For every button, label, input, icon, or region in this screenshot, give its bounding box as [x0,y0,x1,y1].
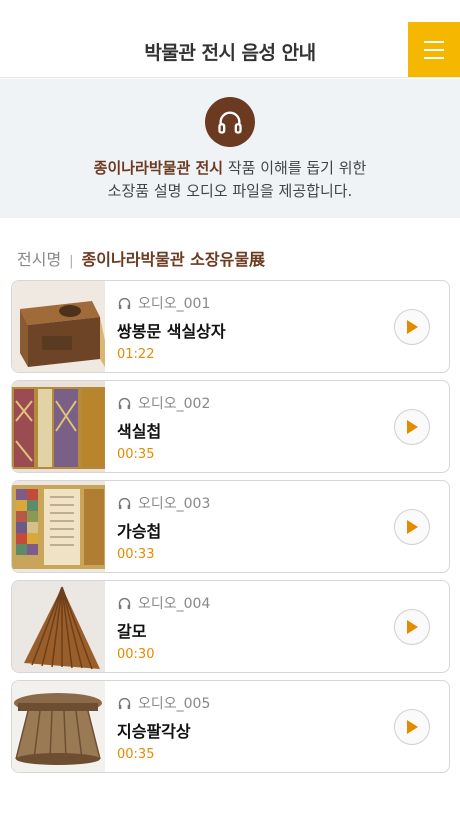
item-duration: 01:22 [117,347,155,362]
item-duration: 00:30 [117,647,155,662]
item-thumbnail [12,281,105,372]
play-icon [407,520,418,534]
play-icon [407,720,418,734]
hamburger-menu-icon [424,40,444,43]
intro-description: 종이나라박물관 전시 작품 이해를 돕기 위한 소장품 설명 오디오 파일을 제… [0,157,460,203]
audio-list: 오디오_001 쌍봉문 색실상자 01:22 오디오_002 색실첩 00:35… [11,280,450,780]
headphones-icon [118,597,131,609]
list-item[interactable]: 오디오_003 가승첩 00:33 [11,480,450,573]
play-button[interactable] [394,509,430,545]
item-title: 지승팔각상 [117,722,191,741]
play-button[interactable] [394,409,430,445]
audio-label: 오디오_004 [138,596,211,612]
exhibit-label: 전시명 [17,250,62,269]
headphones-icon [118,697,131,709]
item-duration: 00:35 [117,747,155,762]
headphones-icon [118,297,131,309]
audio-label: 오디오_005 [138,696,211,712]
list-item[interactable]: 오디오_005 지승팔각상 00:35 [11,680,450,773]
intro-line1: 작품 이해를 돕기 위한 [223,159,367,177]
item-thumbnail [12,681,105,772]
play-icon [407,620,418,634]
exhibit-value: 종이나라박물관 소장유물展 [81,250,266,269]
play-icon [407,420,418,434]
item-title: 색실첩 [117,422,162,441]
item-title: 가승첩 [117,522,162,541]
headphones-icon [118,397,131,409]
audio-label: 오디오_001 [138,296,211,312]
play-button[interactable] [394,309,430,345]
play-button[interactable] [394,609,430,645]
audio-label: 오디오_003 [138,496,211,512]
item-thumbnail [12,581,105,672]
exhibit-name: 전시명 | 종이나라박물관 소장유물展 [17,246,265,270]
item-duration: 00:35 [117,447,155,462]
item-thumbnail [12,381,105,472]
menu-button[interactable] [408,22,460,77]
item-title: 갈모 [117,622,147,641]
page-title: 박물관 전시 음성 안내 [144,42,316,64]
audio-label: 오디오_002 [138,396,211,412]
intro-line2: 소장품 설명 오디오 파일을 제공합니다. [107,182,353,200]
play-button[interactable] [394,709,430,745]
headphones-icon [118,497,131,509]
list-item[interactable]: 오디오_004 갈모 00:30 [11,580,450,673]
app-header: 박물관 전시 음성 안내 [0,0,460,78]
intro-banner: 종이나라박물관 전시 작품 이해를 돕기 위한 소장품 설명 오디오 파일을 제… [0,79,460,218]
list-item[interactable]: 오디오_001 쌍봉문 색실상자 01:22 [11,280,450,373]
exhibit-separator: | [69,254,74,269]
item-thumbnail [12,481,105,572]
intro-highlight: 종이나라박물관 전시 [93,159,224,177]
play-icon [407,320,418,334]
item-duration: 00:33 [117,547,155,562]
item-title: 쌍봉문 색실상자 [117,322,226,341]
list-item[interactable]: 오디오_002 색실첩 00:35 [11,380,450,473]
headphones-icon [205,97,255,147]
